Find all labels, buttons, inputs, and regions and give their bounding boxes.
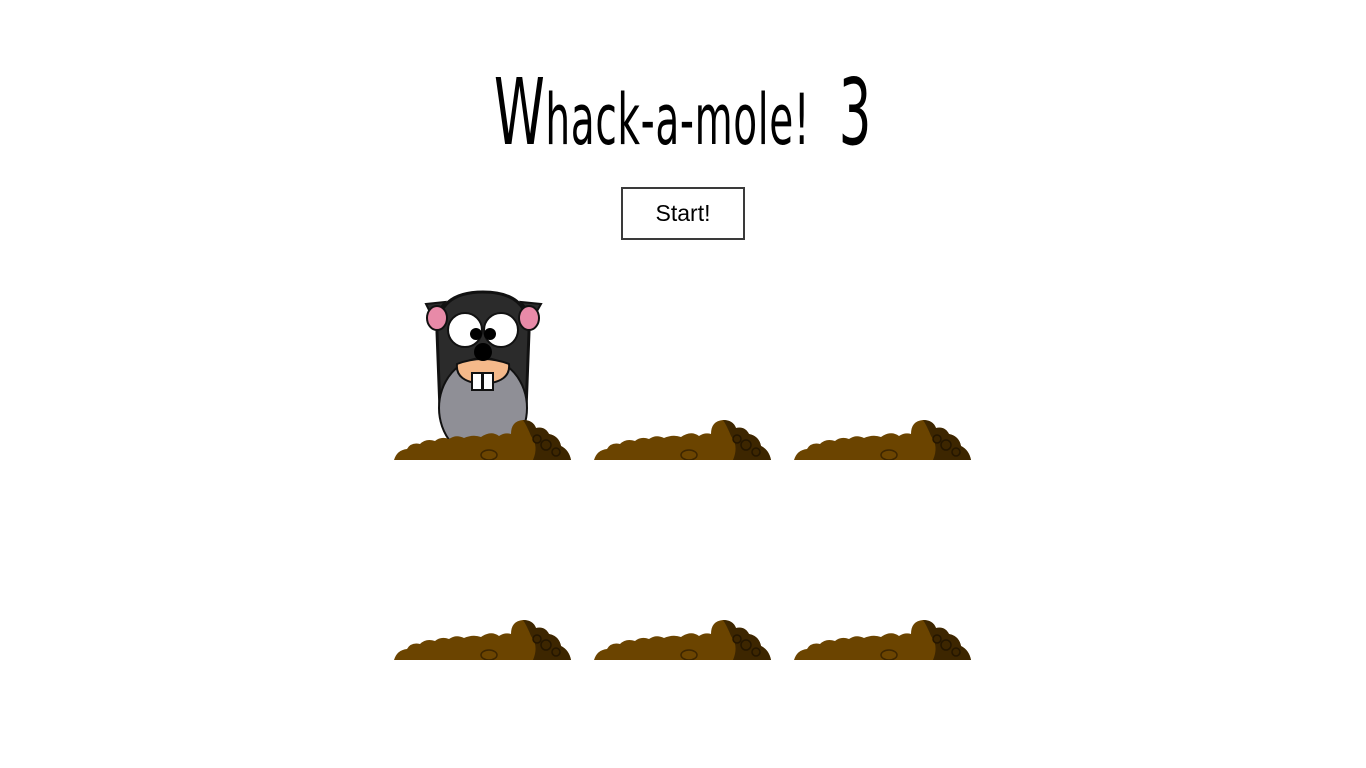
hole[interactable] — [793, 460, 973, 660]
title-text: hack-a-mole! — [545, 79, 811, 161]
title-first-letter: W — [494, 59, 546, 166]
hole[interactable] — [793, 260, 973, 460]
dirt-mound — [794, 620, 971, 660]
hole[interactable] — [393, 460, 573, 660]
dirt-mound — [594, 620, 771, 660]
hole[interactable] — [593, 460, 773, 660]
mole-grid — [393, 260, 973, 660]
score-value: 3 — [838, 59, 872, 166]
dirt-mound — [394, 620, 571, 660]
dirt-mound — [594, 420, 771, 460]
start-button[interactable]: Start! — [621, 187, 745, 240]
dirt-mound — [794, 420, 971, 460]
game-title: Whack-a-mole! 3 — [260, 58, 1107, 168]
hole[interactable] — [393, 260, 573, 460]
hole[interactable] — [593, 260, 773, 460]
